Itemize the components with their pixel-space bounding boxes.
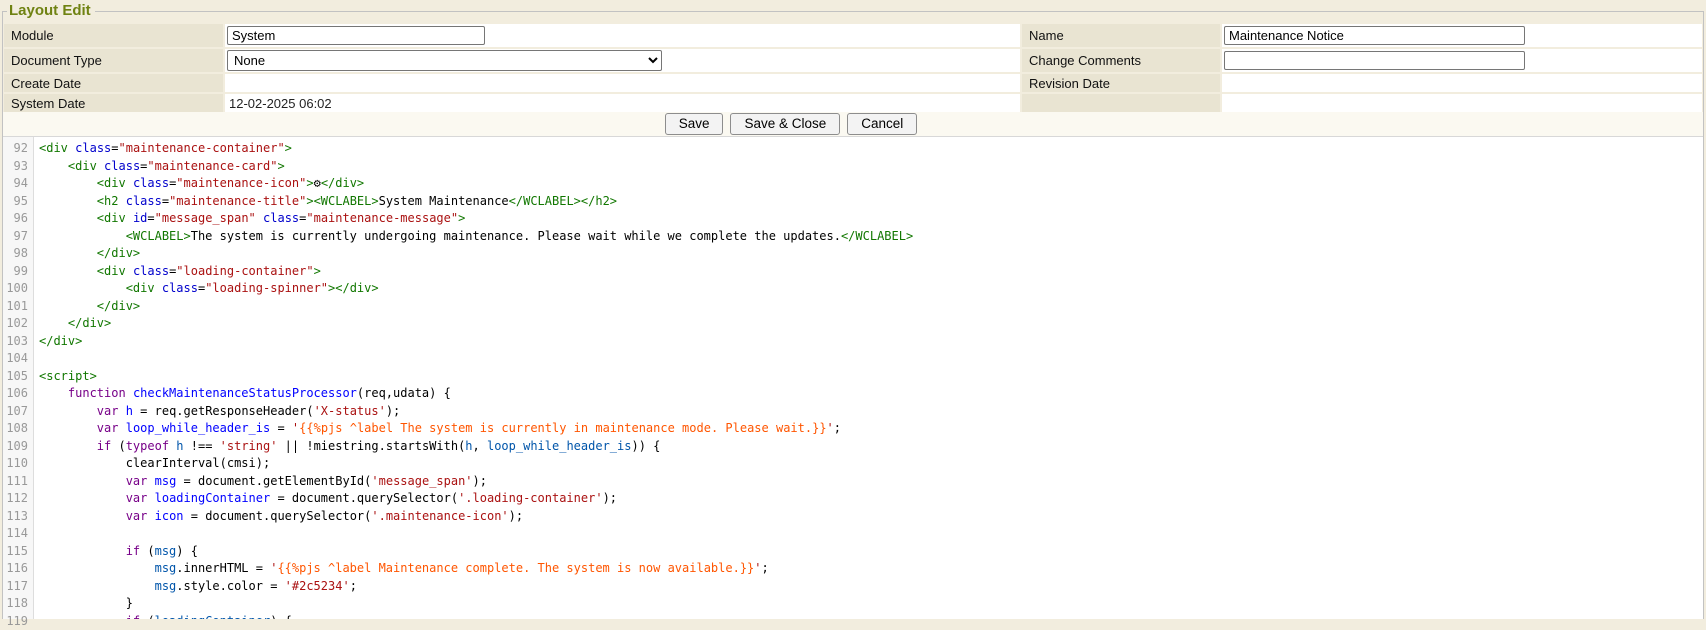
line-number: 92 bbox=[3, 140, 33, 158]
code-line: <div class="loading-spinner"></div> bbox=[39, 280, 1703, 298]
save-button[interactable]: Save bbox=[665, 113, 724, 135]
code-line: <WCLABEL>The system is currently undergo… bbox=[39, 228, 1703, 246]
line-number: 105 bbox=[3, 368, 33, 386]
code-editor[interactable]: 9293949596979899100101102103104105106107… bbox=[3, 136, 1703, 619]
code-line bbox=[39, 350, 1703, 368]
blank-label-cell bbox=[1022, 94, 1220, 112]
line-number: 103 bbox=[3, 333, 33, 351]
code-line: var msg = document.getElementById('messa… bbox=[39, 473, 1703, 491]
line-number: 116 bbox=[3, 560, 33, 578]
code-line: if (msg) { bbox=[39, 543, 1703, 561]
code-line: <div id="message_span" class="maintenanc… bbox=[39, 210, 1703, 228]
code-line: </div> bbox=[39, 245, 1703, 263]
name-value-cell bbox=[1222, 24, 1702, 47]
document-type-value-cell: None bbox=[225, 49, 1020, 72]
code-line: msg.innerHTML = '{{%pjs ^label Maintenan… bbox=[39, 560, 1703, 578]
line-number: 100 bbox=[3, 280, 33, 298]
layout-edit-form: Module Name Document Type None Change Co… bbox=[4, 24, 1702, 112]
code-line: <h2 class="maintenance-title"><WCLABEL>S… bbox=[39, 193, 1703, 211]
code-line: var loadingContainer = document.querySel… bbox=[39, 490, 1703, 508]
change-comments-value-cell bbox=[1222, 49, 1702, 72]
save-and-close-button[interactable]: Save & Close bbox=[730, 113, 840, 135]
line-number: 96 bbox=[3, 210, 33, 228]
create-date-label: Create Date bbox=[4, 74, 223, 92]
code-line: } bbox=[39, 595, 1703, 613]
name-input[interactable] bbox=[1224, 26, 1525, 45]
line-number: 118 bbox=[3, 595, 33, 613]
document-type-label: Document Type bbox=[4, 49, 223, 72]
code-line: </div> bbox=[39, 315, 1703, 333]
line-number: 112 bbox=[3, 490, 33, 508]
line-number: 94 bbox=[3, 175, 33, 193]
line-number: 97 bbox=[3, 228, 33, 246]
line-number: 113 bbox=[3, 508, 33, 526]
button-row: Save Save & Close Cancel bbox=[3, 112, 1703, 136]
code-line: <div class="maintenance-container"> bbox=[39, 140, 1703, 158]
line-number: 98 bbox=[3, 245, 33, 263]
cancel-button[interactable]: Cancel bbox=[847, 113, 917, 135]
code-line: clearInterval(cmsi); bbox=[39, 455, 1703, 473]
blank-value-cell bbox=[1222, 94, 1702, 112]
line-number: 115 bbox=[3, 543, 33, 561]
system-date-label: System Date bbox=[4, 94, 223, 112]
line-number: 107 bbox=[3, 403, 33, 421]
line-number: 109 bbox=[3, 438, 33, 456]
code-line: <div class="maintenance-card"> bbox=[39, 158, 1703, 176]
code-line: </div> bbox=[39, 298, 1703, 316]
line-number: 95 bbox=[3, 193, 33, 211]
line-number: 119 bbox=[3, 613, 33, 630]
name-label: Name bbox=[1022, 24, 1220, 47]
code-line: msg.style.color = '#2c5234'; bbox=[39, 578, 1703, 596]
module-label: Module bbox=[4, 24, 223, 47]
editor-code: <div class="maintenance-container"> <div… bbox=[34, 137, 1703, 619]
module-value-cell bbox=[225, 24, 1020, 47]
line-number: 114 bbox=[3, 525, 33, 543]
line-number: 102 bbox=[3, 315, 33, 333]
line-number: 104 bbox=[3, 350, 33, 368]
code-line: var h = req.getResponseHeader('X-status'… bbox=[39, 403, 1703, 421]
line-number: 99 bbox=[3, 263, 33, 281]
editor-gutter: 9293949596979899100101102103104105106107… bbox=[3, 137, 34, 619]
line-number: 93 bbox=[3, 158, 33, 176]
revision-date-label: Revision Date bbox=[1022, 74, 1220, 92]
document-type-select[interactable]: None bbox=[227, 50, 662, 71]
line-number: 108 bbox=[3, 420, 33, 438]
code-line: if (typeof h !== 'string' || !miestring.… bbox=[39, 438, 1703, 456]
code-line: function checkMaintenanceStatusProcessor… bbox=[39, 385, 1703, 403]
revision-date-value bbox=[1222, 74, 1702, 92]
change-comments-label: Change Comments bbox=[1022, 49, 1220, 72]
change-comments-input[interactable] bbox=[1224, 51, 1525, 70]
system-date-value: 12-02-2025 06:02 bbox=[225, 94, 1020, 112]
create-date-value bbox=[225, 74, 1020, 92]
line-number: 110 bbox=[3, 455, 33, 473]
line-number: 117 bbox=[3, 578, 33, 596]
module-input[interactable] bbox=[227, 26, 485, 45]
code-line bbox=[39, 525, 1703, 543]
code-line: <div class="loading-container"> bbox=[39, 263, 1703, 281]
code-line: var loop_while_header_is = '{{%pjs ^labe… bbox=[39, 420, 1703, 438]
line-number: 111 bbox=[3, 473, 33, 491]
layout-edit-page: Layout Edit Module Name Document Type No… bbox=[0, 0, 1706, 619]
code-line: </div> bbox=[39, 333, 1703, 351]
code-line: <script> bbox=[39, 368, 1703, 386]
code-line: <div class="maintenance-icon">⚙</div> bbox=[39, 175, 1703, 193]
line-number: 106 bbox=[3, 385, 33, 403]
page-title: Layout Edit bbox=[7, 2, 95, 19]
code-line: var icon = document.querySelector('.main… bbox=[39, 508, 1703, 526]
code-line: if (loadingContainer) { bbox=[39, 613, 1703, 620]
line-number: 101 bbox=[3, 298, 33, 316]
